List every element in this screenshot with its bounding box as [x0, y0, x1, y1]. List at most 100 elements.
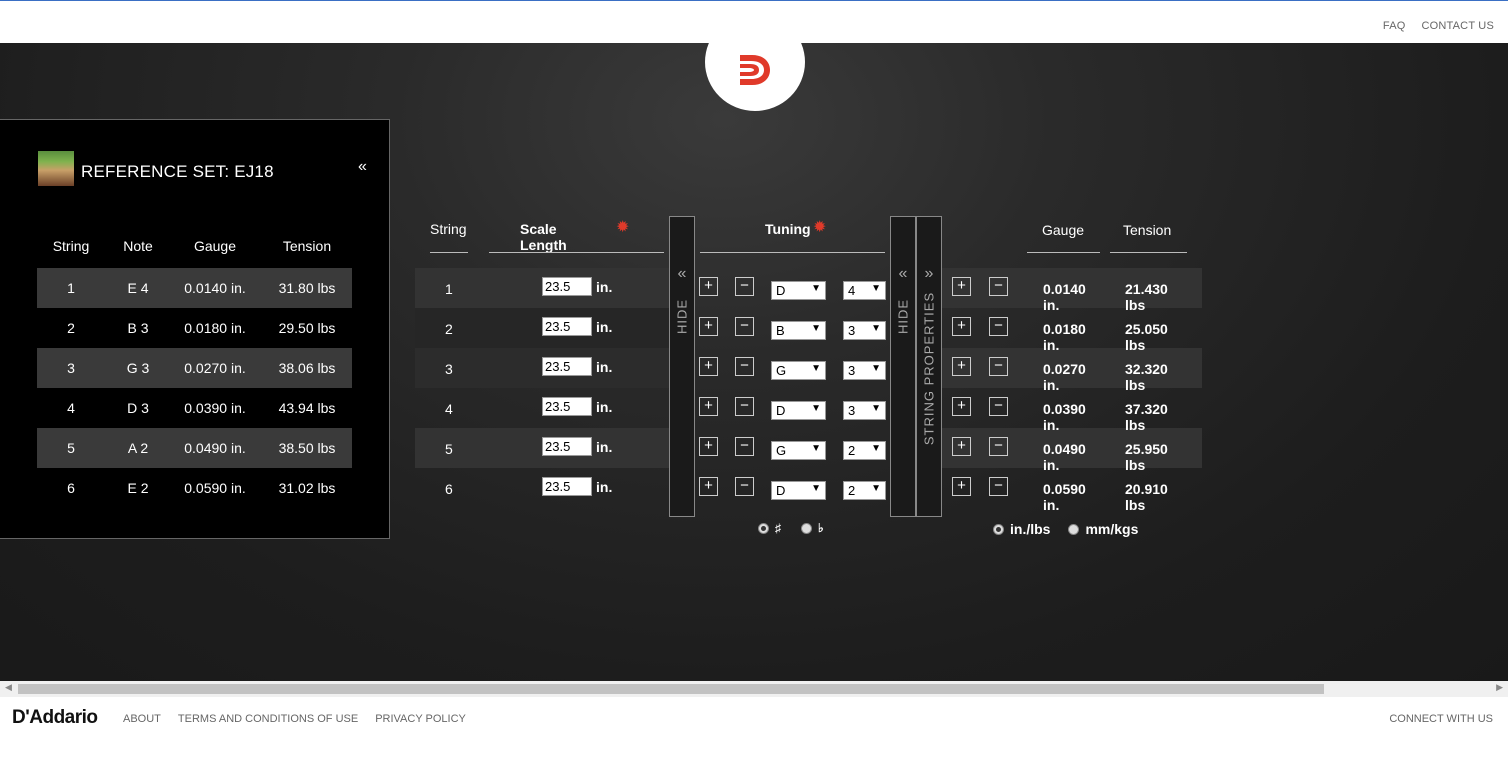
- table-row: 4 D 3 0.0390 in. 43.94 lbs: [37, 388, 352, 428]
- gauge-value: 0.0140 in.: [1043, 281, 1086, 313]
- string-properties-bar[interactable]: » STRING PROPERTIES: [916, 216, 942, 517]
- plus-icon[interactable]: +: [699, 477, 718, 496]
- dropdown-caret-icon: ▼: [871, 363, 881, 374]
- scale-length-input[interactable]: [542, 477, 592, 496]
- ref-string: 5: [67, 440, 75, 456]
- hide-tuning-column-bar[interactable]: « HIDE: [890, 216, 916, 517]
- footer-connect-link[interactable]: CONNECT WITH US: [1389, 713, 1493, 725]
- nav-contact-us[interactable]: CONTACT US: [1422, 20, 1495, 32]
- ref-string: 4: [67, 400, 75, 416]
- minus-icon[interactable]: −: [735, 317, 754, 336]
- ref-col-string: String: [52, 238, 90, 254]
- ref-note: E 4: [127, 280, 149, 296]
- minus-icon[interactable]: −: [989, 437, 1008, 456]
- plus-icon[interactable]: +: [952, 397, 971, 416]
- ref-tension: 38.06 lbs: [278, 360, 336, 376]
- minus-icon[interactable]: −: [735, 357, 754, 376]
- note-select[interactable]: D ▼: [771, 481, 826, 500]
- footer-link-privacy[interactable]: PRIVACY POLICY: [375, 713, 466, 725]
- ref-gauge: 0.0590 in.: [184, 480, 246, 496]
- ref-note: G 3: [126, 360, 150, 376]
- minus-icon[interactable]: −: [989, 317, 1008, 336]
- plus-icon[interactable]: +: [952, 437, 971, 456]
- footer-link-terms[interactable]: TERMS AND CONDITIONS OF USE: [178, 713, 358, 725]
- scale-length-input[interactable]: [542, 277, 592, 296]
- tension-value: 20.910 lbs: [1125, 481, 1168, 513]
- minus-icon[interactable]: −: [989, 357, 1008, 376]
- note-select[interactable]: B ▼: [771, 321, 826, 340]
- minus-icon[interactable]: −: [989, 397, 1008, 416]
- ref-tension: 31.80 lbs: [278, 280, 336, 296]
- octave-select[interactable]: 2 ▼: [843, 441, 886, 460]
- plus-icon[interactable]: +: [699, 317, 718, 336]
- note-select[interactable]: G ▼: [771, 361, 826, 380]
- dropdown-caret-icon: ▼: [811, 483, 821, 494]
- plus-icon[interactable]: +: [952, 357, 971, 376]
- note-value: B: [776, 323, 785, 338]
- metric-units-radio[interactable]: [1068, 523, 1080, 535]
- unit-label: in.: [596, 439, 613, 455]
- brand-logo-badge[interactable]: [705, 43, 805, 111]
- scale-settings-gear-icon[interactable]: ✹: [616, 217, 629, 237]
- tension-value: 25.950 lbs: [1125, 441, 1168, 473]
- footer-link-about[interactable]: ABOUT: [123, 713, 161, 725]
- ref-gauge: 0.0390 in.: [184, 400, 246, 416]
- octave-select[interactable]: 3 ▼: [843, 361, 886, 380]
- minus-icon[interactable]: −: [735, 397, 754, 416]
- sharp-radio[interactable]: [758, 522, 769, 534]
- scale-length-input[interactable]: [542, 317, 592, 336]
- plus-icon[interactable]: +: [699, 357, 718, 376]
- plus-icon[interactable]: +: [699, 437, 718, 456]
- collapse-chevron-icon[interactable]: «: [358, 158, 367, 176]
- flat-radio[interactable]: [801, 522, 812, 534]
- nav-faq[interactable]: FAQ: [1383, 20, 1406, 32]
- scale-length-input[interactable]: [542, 437, 592, 456]
- octave-select[interactable]: 3 ▼: [843, 401, 886, 420]
- gauge-value: 0.0390 in.: [1043, 401, 1086, 433]
- top-header: FAQ CONTACT US: [0, 0, 1508, 43]
- note-value: D: [776, 483, 786, 498]
- minus-icon[interactable]: −: [989, 477, 1008, 496]
- scroll-left-arrow-icon[interactable]: ◀: [5, 682, 12, 693]
- scale-length-input[interactable]: [542, 397, 592, 416]
- minus-icon[interactable]: −: [735, 477, 754, 496]
- minus-icon[interactable]: −: [989, 277, 1008, 296]
- plus-icon[interactable]: +: [952, 477, 971, 496]
- plus-icon[interactable]: +: [699, 277, 718, 296]
- minus-icon[interactable]: −: [735, 437, 754, 456]
- ref-tension: 31.02 lbs: [278, 480, 336, 496]
- dropdown-caret-icon: ▼: [871, 403, 881, 414]
- ref-tension: 38.50 lbs: [278, 440, 336, 456]
- octave-select[interactable]: 4 ▼: [843, 281, 886, 300]
- ref-string: 6: [67, 480, 75, 496]
- dropdown-caret-icon: ▼: [871, 323, 881, 334]
- string-number: 5: [445, 441, 453, 457]
- scrollbar-thumb[interactable]: [18, 684, 1324, 694]
- octave-select[interactable]: 3 ▼: [843, 321, 886, 340]
- plus-icon[interactable]: +: [699, 397, 718, 416]
- ref-string: 3: [67, 360, 75, 376]
- table-row: 1 E 4 0.0140 in. 31.80 lbs: [37, 268, 352, 308]
- gauge-value: 0.0270 in.: [1043, 361, 1086, 393]
- ref-note: D 3: [127, 400, 149, 416]
- note-select[interactable]: D ▼: [771, 401, 826, 420]
- ref-col-tension: Tension: [282, 238, 332, 254]
- scroll-right-arrow-icon[interactable]: ▶: [1496, 682, 1503, 693]
- tuning-settings-gear-icon[interactable]: ✹: [813, 217, 826, 237]
- minus-icon[interactable]: −: [735, 277, 754, 296]
- horizontal-scrollbar[interactable]: ◀ ▶: [0, 681, 1508, 697]
- imperial-units-radio[interactable]: [993, 523, 1004, 535]
- note-select[interactable]: D ▼: [771, 281, 826, 300]
- note-select[interactable]: G ▼: [771, 441, 826, 460]
- hide-scale-column-bar[interactable]: « HIDE: [669, 216, 695, 517]
- daddario-wordmark-logo[interactable]: D'Addario: [12, 707, 98, 729]
- ref-gauge: 0.0180 in.: [184, 320, 246, 336]
- plus-icon[interactable]: +: [952, 317, 971, 336]
- dropdown-caret-icon: ▼: [811, 323, 821, 334]
- scale-length-input[interactable]: [542, 357, 592, 376]
- ref-tension: 29.50 lbs: [278, 320, 336, 336]
- units-radio-group: in./lbs mm/kgs: [993, 521, 1138, 537]
- octave-select[interactable]: 2 ▼: [843, 481, 886, 500]
- col-string-header: String: [430, 221, 467, 237]
- plus-icon[interactable]: +: [952, 277, 971, 296]
